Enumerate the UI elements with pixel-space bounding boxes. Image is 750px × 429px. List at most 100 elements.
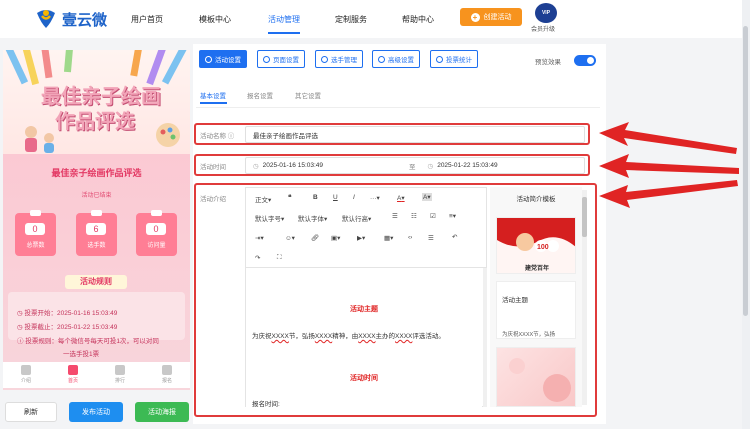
annotation-arrows-icon: [599, 122, 739, 208]
advanced-settings-button[interactable]: 高级设置: [372, 50, 420, 68]
brand-name[interactable]: 壹云微: [62, 9, 107, 30]
bg-color-button[interactable]: A▾: [422, 193, 432, 201]
font-family-dropdown[interactable]: 默认字体▾: [298, 213, 327, 223]
doc-paragraph-2: 报名时间:: [252, 401, 280, 408]
stat-contestants: 6 选手数: [76, 210, 117, 256]
vip-badge-icon[interactable]: VIP: [535, 3, 557, 23]
template-card-2-title: 活动主题: [502, 297, 528, 304]
tab-intro[interactable]: 介绍: [12, 365, 40, 384]
subtab-active-underline: [200, 102, 227, 104]
preview-effect-toggle[interactable]: [574, 55, 596, 66]
phone-preview: 最佳亲子绘画 作品评选 最佳亲子绘画作品评选 活动已结束 0 总票数 6 选手数…: [3, 50, 190, 390]
subtab-signup[interactable]: 报名设置: [247, 90, 273, 100]
align-icon[interactable]: ≡▾: [449, 212, 456, 220]
more-dropdown[interactable]: ···▾: [370, 194, 380, 202]
nav-activity-manage[interactable]: 活动管理: [268, 14, 300, 25]
stat-label: 总票数: [26, 243, 45, 249]
bullet-list-icon[interactable]: ☰: [392, 212, 398, 220]
rule-vote: ⓘ 投票规则：每个微信号每天可投1次，可以对同: [17, 338, 159, 345]
intro-label: 活动介绍: [200, 196, 226, 203]
fullscreen-icon[interactable]: ⛶: [277, 254, 282, 262]
vip-upgrade-link[interactable]: 会员升级: [531, 24, 555, 33]
preview-status: 活动已结束: [81, 193, 112, 199]
publish-activity-button[interactable]: 发布活动: [69, 402, 123, 422]
create-activity-label: 创建活动: [483, 14, 512, 21]
heart-icon: [115, 365, 125, 375]
doc-heading-theme: 活动主题: [350, 306, 378, 313]
italic-button[interactable]: I: [353, 194, 355, 201]
divider-line-icon[interactable]: ☰: [428, 234, 434, 242]
doc-heading-time: 活动时间: [350, 375, 378, 382]
range-separator: 至: [409, 163, 416, 171]
font-color-button[interactable]: A▾: [397, 194, 405, 202]
clock-icon: ◷: [253, 162, 259, 170]
stat-total-votes: 0 总票数: [15, 210, 56, 256]
template-card-2[interactable]: 活动主题 为庆祝XXXX节，弘扬: [496, 281, 576, 339]
template-scrollbar-thumb[interactable]: [582, 197, 587, 237]
activity-poster-button[interactable]: 活动海报: [135, 402, 189, 422]
numbered-list-icon[interactable]: ☷: [411, 212, 417, 220]
emoji-icon[interactable]: ☺▾: [285, 234, 295, 242]
rule-vote-cont: 一选手投1票: [63, 351, 100, 358]
poster-title-line2: 作品评选: [55, 111, 135, 133]
image-icon[interactable]: ▣▾: [331, 234, 340, 242]
start-time-value[interactable]: 2025-01-16 15:03:49: [263, 162, 323, 169]
rule-start: ◷ 投票开始：2025-01-16 15:03:49: [17, 310, 118, 317]
indent-icon[interactable]: ⇥▾: [255, 234, 264, 242]
stat-label: 选手数: [87, 243, 106, 249]
nav-templates[interactable]: 模板中心: [199, 14, 231, 25]
name-label: 活动名称 ⓘ: [200, 133, 235, 140]
vote-statistics-button[interactable]: 投票统计: [430, 50, 478, 68]
underline-button[interactable]: U: [333, 194, 338, 201]
page-settings-button[interactable]: 页面设置: [257, 50, 305, 68]
template-card-1-text: 建党百年: [524, 266, 549, 272]
top-header: [0, 0, 742, 38]
divider: [196, 107, 600, 108]
template-card-1[interactable]: 100 建党百年: [496, 217, 576, 274]
activity-name-input[interactable]: 最佳亲子绘画作品评选: [245, 126, 585, 143]
signup-icon: [162, 365, 172, 375]
activity-settings-button[interactable]: 活动设置: [199, 50, 247, 68]
nav-home[interactable]: 用户首页: [131, 14, 163, 25]
tab-home[interactable]: 首页: [59, 365, 87, 384]
time-label: 活动时间: [200, 164, 226, 171]
nav-active-underline: [268, 32, 300, 34]
undo-icon[interactable]: ↶: [452, 233, 457, 241]
todo-icon[interactable]: ☑: [430, 212, 436, 220]
subtab-other[interactable]: 其它设置: [295, 90, 321, 100]
home-icon: [68, 365, 78, 375]
video-icon[interactable]: ▶▾: [357, 234, 365, 242]
link-icon[interactable]: 🔗︎: [311, 234, 319, 242]
tab-ranking[interactable]: 排行: [106, 365, 134, 384]
brand-logo-icon[interactable]: [34, 7, 58, 29]
clock-icon: ◷: [427, 162, 434, 170]
nav-help[interactable]: 帮助中心: [402, 14, 434, 25]
doc-paragraph-1: 为庆祝XXXX节，弘扬XXXX精神，由XXXX主办的XXXX评选活动。: [252, 333, 445, 340]
activity-time-range[interactable]: ◷ 2025-01-16 15:03:49 至 ◷ 2025-01-22 15:…: [245, 157, 585, 174]
stat-value: 0: [25, 223, 45, 235]
subtab-basic[interactable]: 基本设置: [200, 90, 226, 100]
editor-scrollbar[interactable]: [483, 268, 487, 407]
template-floral-icon: [509, 358, 571, 402]
format-dropdown[interactable]: 正文▾: [255, 194, 271, 204]
quote-button[interactable]: ❝: [288, 193, 292, 201]
template-card-3[interactable]: [496, 347, 576, 407]
end-time-value[interactable]: 2025-01-22 15:03:49: [437, 162, 497, 169]
bold-button[interactable]: B: [313, 194, 318, 201]
template-panel-title: 活动简介模板: [516, 196, 556, 203]
line-height-dropdown[interactable]: 默认行高▾: [342, 213, 371, 223]
users-icon: [321, 55, 328, 63]
create-activity-button[interactable]: + 创建活动: [460, 8, 522, 26]
sliders-icon: [378, 55, 385, 63]
refresh-button[interactable]: 刷新: [5, 402, 57, 422]
tab-signup[interactable]: 报名: [153, 365, 181, 384]
gear-icon: [263, 55, 270, 63]
rule-end: ◷ 投票截止：2025-01-22 15:03:49: [17, 324, 118, 331]
font-size-dropdown[interactable]: 默认字号▾: [255, 213, 284, 223]
contestant-manage-button[interactable]: 选手管理: [315, 50, 363, 68]
code-icon[interactable]: ‹›: [408, 234, 412, 241]
table-icon[interactable]: ▦▾: [384, 234, 393, 242]
redo-icon[interactable]: ↷: [255, 254, 260, 262]
nav-custom-service[interactable]: 定制服务: [335, 14, 367, 25]
page-scrollbar-thumb[interactable]: [743, 26, 748, 316]
